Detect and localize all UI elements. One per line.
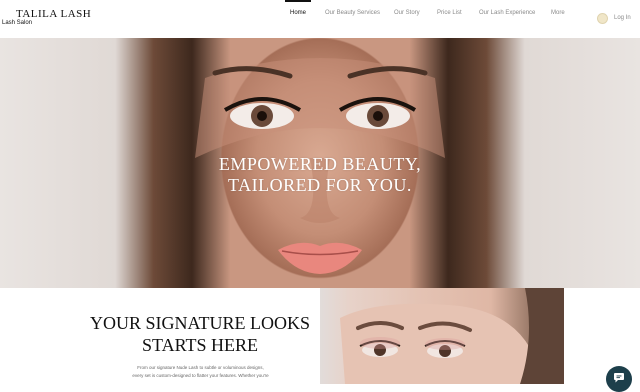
nav-price-list[interactable]: Price List <box>437 10 462 16</box>
nav-more[interactable]: More <box>551 10 565 16</box>
brand-tagline: Lash Salon <box>2 20 33 26</box>
portrait-face-illustration <box>340 288 564 384</box>
nav-our-lash-experience[interactable]: Our Lash Experience <box>479 10 535 16</box>
section-title-line2: STARTS HERE <box>142 335 258 355</box>
chat-bubble-icon <box>614 373 624 383</box>
nav-our-story[interactable]: Our Story <box>394 10 420 16</box>
nav-our-beauty-services[interactable]: Our Beauty Services <box>325 10 380 16</box>
nav-home[interactable]: Home <box>290 10 306 16</box>
hero-title-line2: TAILORED FOR YOU. <box>228 175 412 195</box>
chat-button[interactable] <box>606 366 632 392</box>
login-button[interactable]: Log In <box>597 12 631 24</box>
login-label: Log In <box>614 15 631 21</box>
model-portrait-image <box>320 288 564 384</box>
active-nav-indicator <box>285 0 311 2</box>
section-title-line1: YOUR SIGNATURE LOOKS <box>89 313 310 333</box>
hero-banner: EMPOWERED BEAUTY, TAILORED FOR YOU. <box>0 38 640 288</box>
user-avatar-icon <box>597 12 608 24</box>
section-intro-line1: From our signature Nude Lash to subtle o… <box>137 365 264 370</box>
hero-title-line1: EMPOWERED BEAUTY, <box>218 154 422 174</box>
brand-logo[interactable]: TALILA LASH <box>16 8 91 20</box>
site-header: TALILA LASH Lash Salon Home Our Beauty S… <box>0 0 640 38</box>
section-intro-line2: every set is custom-designed to flatter … <box>132 373 269 378</box>
